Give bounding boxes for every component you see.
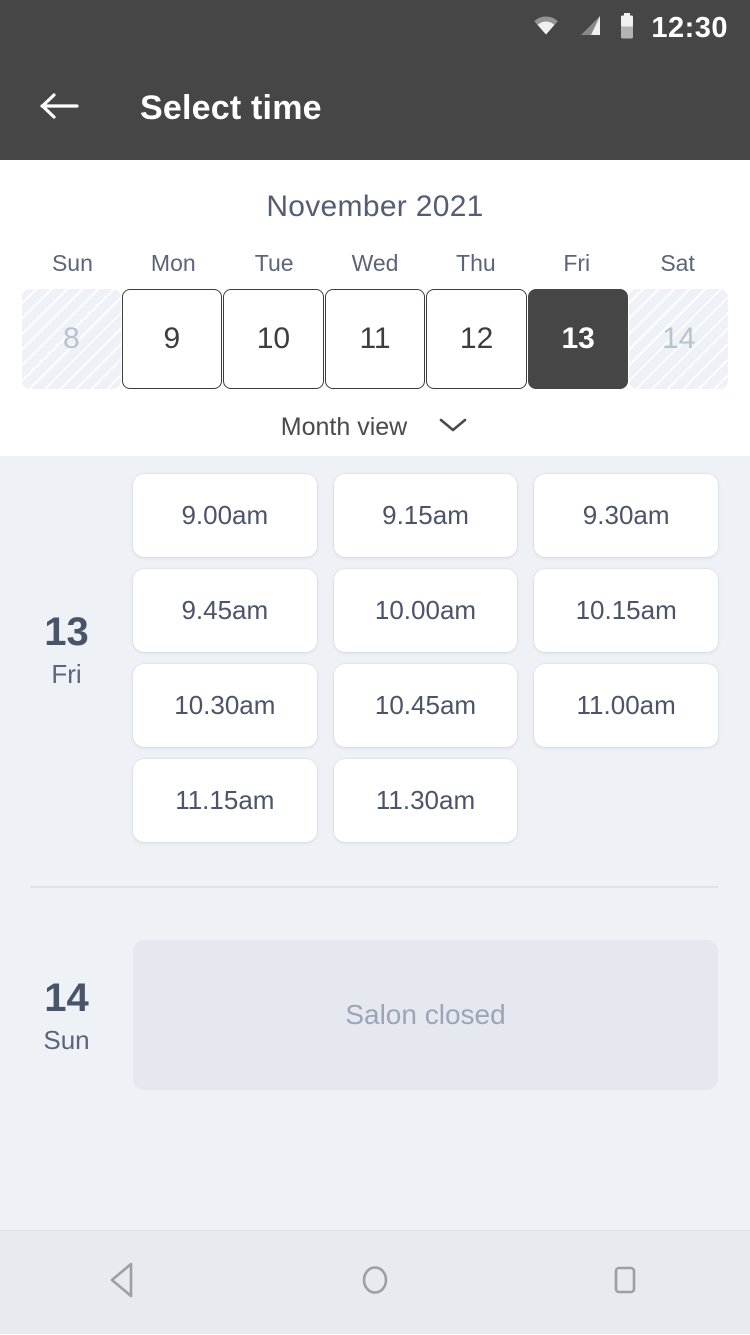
day-label-14: 14 Sun	[0, 940, 133, 1090]
date-cell-12[interactable]: 12	[426, 289, 527, 389]
nav-home-icon	[355, 1259, 395, 1306]
date-cell-11[interactable]: 11	[324, 289, 426, 389]
weekday-label-thu: Thu	[456, 250, 496, 276]
day-block-13: 13 Fri 9.00am 9.15am 9.30am 9.45am 10.00…	[0, 456, 750, 842]
wifi-icon	[531, 14, 561, 43]
battery-icon	[619, 12, 635, 44]
time-slot[interactable]: 10.30am	[133, 664, 317, 747]
date-cell-13[interactable]: 13	[527, 289, 629, 389]
time-slot[interactable]: 10.45am	[333, 664, 518, 747]
time-slot[interactable]: 10.15am	[534, 569, 718, 652]
back-arrow-icon	[39, 90, 81, 127]
status-bar-icons	[531, 12, 635, 44]
time-slot[interactable]: 9.00am	[133, 474, 317, 557]
status-bar-clock: 12:30	[651, 11, 728, 44]
nav-recents-icon	[605, 1259, 645, 1306]
day-divider	[30, 886, 718, 888]
month-view-label: Month view	[280, 413, 408, 441]
time-slot[interactable]: 11.00am	[534, 664, 718, 747]
weekday-label-sun: Sun	[51, 250, 93, 276]
android-nav-bar	[0, 1230, 750, 1334]
slots-grid-13: 9.00am 9.15am 9.30am 9.45am 10.00am 10.1…	[133, 456, 718, 842]
time-slot[interactable]: 11.30am	[333, 759, 518, 842]
nav-recents-button[interactable]	[565, 1231, 685, 1335]
weekday-label-wed: Wed	[351, 250, 399, 276]
day-of-week: Sun	[43, 1024, 90, 1055]
time-slot[interactable]: 10.00am	[333, 569, 518, 652]
weekday-label-fri: Fri	[563, 250, 591, 276]
nav-home-button[interactable]	[315, 1231, 435, 1335]
weekday-header-row: Sun Mon Tue Wed Thu Fri Sat	[0, 250, 750, 277]
weekday-label-tue: Tue	[254, 250, 294, 276]
month-view-toggle[interactable]: Month view	[0, 413, 750, 442]
date-cell-8: 8	[22, 289, 121, 389]
weekday-label-sat: Sat	[660, 250, 695, 276]
phone-screen: 12:30 Select time November 2021 Sun Mon …	[0, 0, 750, 1334]
status-bar: 12:30	[0, 0, 750, 56]
page-title: Select time	[140, 88, 322, 127]
date-cell-10[interactable]: 10	[223, 289, 324, 389]
time-slot[interactable]: 11.15am	[133, 759, 317, 842]
day-of-week: Fri	[51, 658, 82, 689]
time-slots-area: 13 Fri 9.00am 9.15am 9.30am 9.45am 10.00…	[0, 456, 750, 1230]
date-cell-14: 14	[629, 289, 729, 389]
app-bar: Select time	[0, 56, 750, 160]
time-slot[interactable]: 9.45am	[133, 569, 317, 652]
salon-closed-card: Salon closed	[133, 940, 718, 1090]
day-number: 13	[44, 609, 89, 654]
nav-back-icon	[105, 1259, 145, 1306]
date-cell-9[interactable]: 9	[121, 289, 223, 389]
calendar-panel: November 2021 Sun Mon Tue Wed Thu Fri Sa…	[0, 160, 750, 456]
cellular-signal-icon	[577, 14, 603, 43]
date-row: 8 9 10 11 12 13 14	[0, 289, 750, 389]
time-slot[interactable]: 9.15am	[333, 474, 518, 557]
nav-back-button[interactable]	[65, 1231, 185, 1335]
chevron-down-icon	[437, 415, 469, 440]
day-block-14: 14 Sun Salon closed	[0, 940, 750, 1090]
back-button[interactable]	[30, 78, 90, 138]
day-label-13: 13 Fri	[0, 456, 133, 842]
day-number: 14	[44, 975, 89, 1020]
weekday-label-mon: Mon	[150, 250, 196, 276]
calendar-month-title: November 2021	[266, 190, 484, 223]
time-slot[interactable]: 9.30am	[534, 474, 718, 557]
